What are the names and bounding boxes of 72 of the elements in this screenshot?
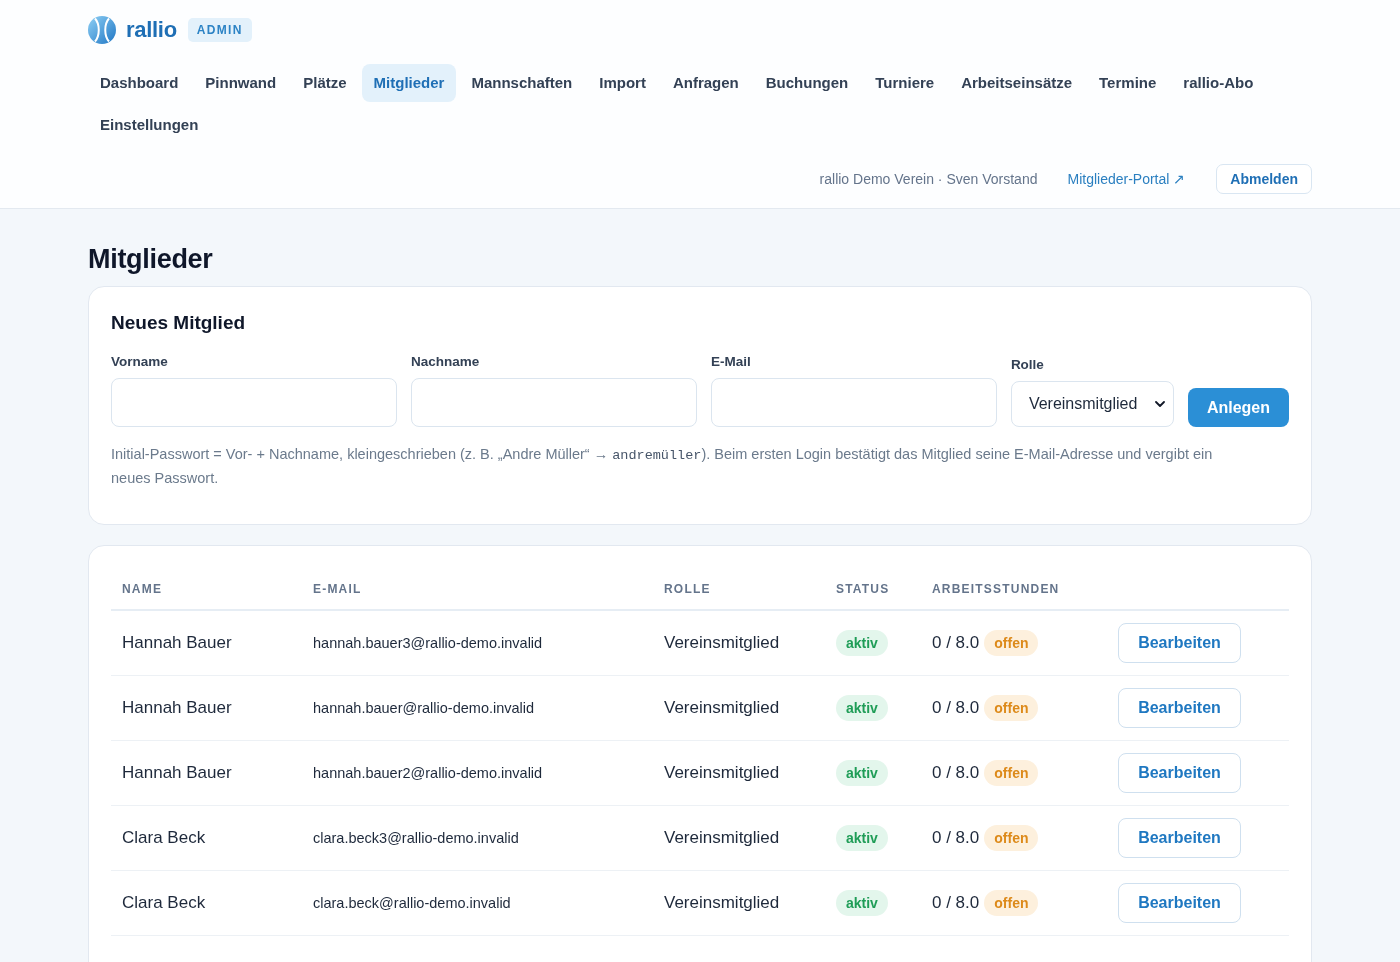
logo-ball-icon [88, 16, 116, 44]
page-title: Mitglieder [88, 243, 214, 275]
field-label: Nachname [410, 354, 481, 370]
nav-tab[interactable]: Buchungen [753, 64, 861, 102]
name-cell: Clara Beck [122, 893, 206, 912]
chevron-down-icon [1154, 401, 1165, 407]
hours-cell: 0 / 8.0 [932, 828, 980, 848]
edit-button[interactable]: Bearbeiten [1118, 688, 1241, 728]
column-header: NAME [122, 581, 163, 596]
nav-tab[interactable]: Pinnwand [193, 64, 289, 102]
nav-tab[interactable]: Mannschaften [459, 64, 585, 102]
email-cell: hannah.bauer@rallio-demo.invalid [313, 700, 535, 716]
nav-tab[interactable]: Anfragen [660, 64, 751, 102]
hours-cell: 0 / 8.0 [932, 893, 980, 913]
column-header: E-MAIL [313, 581, 362, 596]
nav-tab[interactable]: Arbeitseinsätze [949, 64, 1085, 102]
hours-status-badge: offen [984, 825, 1039, 851]
nav-tab[interactable]: Mitglieder [361, 64, 457, 102]
name-cell: Hannah Bauer [122, 698, 232, 717]
role-select[interactable]: Vereinsmitglied [1010, 381, 1174, 427]
email-cell: hannah.bauer3@rallio-demo.invalid [313, 635, 543, 651]
logout-button[interactable]: Abmelden [1216, 164, 1312, 194]
email-cell: clara.beck@rallio-demo.invalid [313, 895, 511, 911]
role-cell: Vereinsmitglied [664, 893, 780, 912]
input-field[interactable] [410, 378, 697, 427]
nav-tab[interactable]: Termine [1087, 64, 1169, 102]
role-cell: Vereinsmitglied [664, 698, 780, 717]
field-label: Vorname [111, 354, 169, 370]
hours-cell: 0 / 8.0 [932, 763, 980, 783]
portal-link[interactable]: Mitglieder-Portal ↗ [1067, 171, 1186, 187]
status-badge: aktiv [836, 890, 888, 916]
input-field[interactable] [710, 378, 997, 427]
hours-cell: 0 / 8.0 [932, 698, 980, 718]
nav-tab[interactable]: Plätze [291, 64, 359, 102]
hours-status-badge: offen [984, 890, 1039, 916]
name-cell: Hannah Bauer [122, 763, 232, 782]
nav-tab[interactable]: Turniere [863, 64, 947, 102]
role-cell: Vereinsmitglied [664, 828, 780, 847]
admin-badge: ADMIN [187, 18, 252, 42]
status-badge: aktiv [836, 695, 888, 721]
field-label: Rolle [1010, 357, 1045, 373]
name-cell: Hannah Bauer [122, 633, 232, 652]
role-cell: Vereinsmitglied [664, 633, 780, 652]
nav-tab[interactable]: Dashboard [88, 64, 191, 102]
section-title: Neues Mitglied [111, 311, 247, 335]
field-label: E-Mail [710, 354, 752, 370]
status-badge: aktiv [836, 825, 888, 851]
status-badge: aktiv [836, 630, 888, 656]
hours-status-badge: offen [984, 695, 1039, 721]
nav-tab[interactable]: Einstellungen [88, 106, 211, 144]
hint-text: Initial-Passwort = Vor- + Nachname, kleingeschrieben (z. B. „Andre Müller“ → andremüller). Beim ersten Login bestätigt das Mitglied seine E-Mail-Adresse und vergibt ein neues Passwort. [111, 445, 1214, 488]
email-cell: hannah.bauer2@rallio-demo.invalid [313, 765, 543, 781]
hours-status-badge: offen [984, 760, 1039, 786]
create-button[interactable]: Anlegen [1187, 388, 1289, 427]
column-header: ARBEITSSTUNDEN [932, 581, 1060, 596]
nav-tab[interactable]: rallio-Abo [1171, 64, 1266, 102]
hours-cell: 0 / 8.0 [932, 633, 980, 653]
column-header: STATUS [836, 581, 890, 596]
role-cell: Vereinsmitglied [664, 763, 780, 782]
edit-button[interactable]: Bearbeiten [1118, 883, 1241, 923]
column-header: ROLLE [664, 581, 711, 596]
status-badge: aktiv [836, 760, 888, 786]
name-cell: Clara Beck [122, 828, 206, 847]
edit-button[interactable]: Bearbeiten [1118, 753, 1241, 793]
edit-button[interactable]: Bearbeiten [1118, 818, 1241, 858]
input-field[interactable] [111, 378, 397, 427]
brand-name: rallio [126, 17, 177, 43]
edit-button[interactable]: Bearbeiten [1118, 623, 1241, 663]
account-info: rallio Demo Verein · Sven Vorstand [819, 171, 1038, 187]
nav-tab[interactable]: Import [587, 64, 658, 102]
hours-status-badge: offen [984, 630, 1039, 656]
email-cell: clara.beck3@rallio-demo.invalid [313, 830, 519, 846]
